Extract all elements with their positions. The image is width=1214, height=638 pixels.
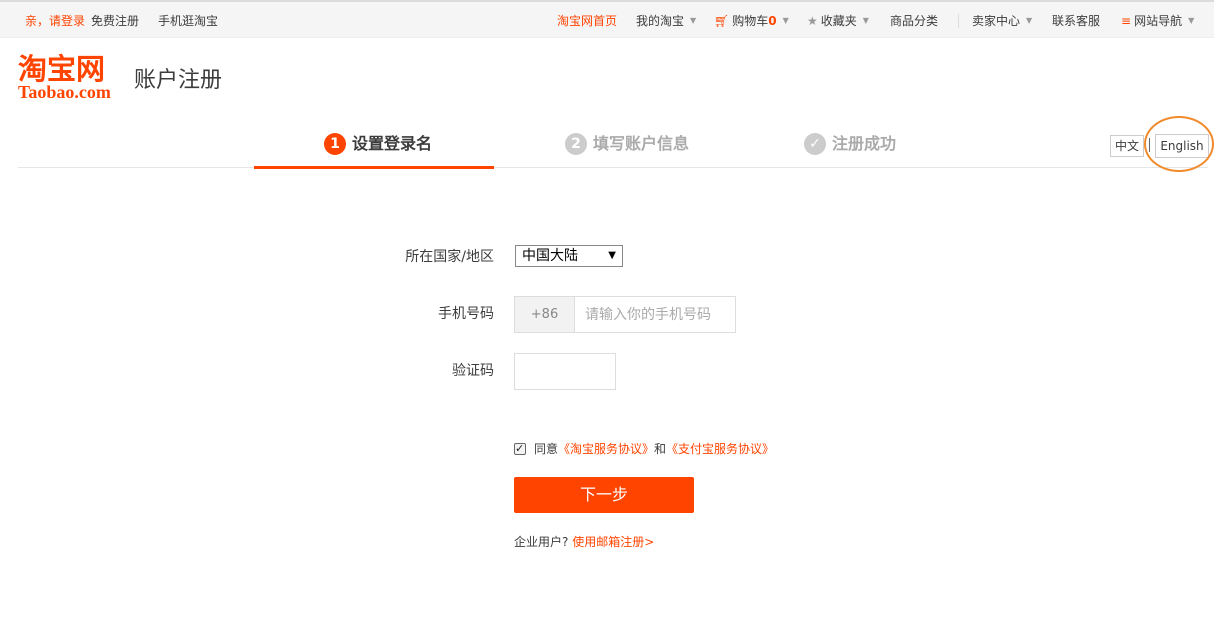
step-2-number: 2 — [565, 133, 587, 155]
my-taobao-menu[interactable]: 我的淘宝 ▼ — [636, 13, 696, 29]
my-taobao-label: 我的淘宝 — [636, 14, 685, 28]
site-topbar: 亲，请登录 免费注册 手机逛淘宝 淘宝网首页 我的淘宝 ▼ 🛒︎ 购物车0 ▼ ★ 收藏… — [0, 0, 1214, 38]
step-1-label: 设置登录名 — [352, 134, 433, 153]
chevron-down-icon: ▼ — [782, 16, 789, 25]
phone-field-group: +86 — [514, 296, 736, 333]
menu-icon: ≡ — [1121, 14, 1132, 28]
cart-menu[interactable]: 🛒︎ 购物车0 ▼ — [714, 13, 789, 29]
phone-country-code: +86 — [515, 297, 575, 332]
enterprise-text: 企业用户? — [514, 535, 569, 549]
star-icon: ★ — [807, 14, 818, 28]
agreement-row: 同意《淘宝服务协议》和《支付宝服务协议》 — [514, 441, 774, 457]
logo-en-text: Taobao.com — [18, 82, 111, 102]
chevron-down-icon: ▼ — [862, 16, 869, 25]
steps-divider — [18, 167, 1208, 168]
favorites-label: 收藏夹 — [820, 14, 857, 28]
chevron-down-icon: ▼ — [1188, 16, 1195, 25]
step-3-label: 注册成功 — [832, 134, 897, 153]
step-1-number: 1 — [324, 133, 346, 155]
agree-checkbox[interactable] — [514, 441, 526, 457]
step-2: 2 填写账户信息 — [565, 132, 689, 158]
region-selected-value: 中国大陆 — [522, 248, 578, 264]
verification-code-input[interactable] — [514, 353, 616, 390]
phone-input[interactable] — [576, 297, 735, 332]
cart-count: 0 — [768, 14, 777, 28]
region-label: 所在国家/地区 — [405, 249, 494, 265]
alipay-agreement-link[interactable]: 《支付宝服务协议》 — [666, 442, 774, 456]
cart-label: 购物车 — [732, 14, 769, 28]
categories-link[interactable]: 商品分类 — [890, 13, 938, 29]
lang-chinese-button[interactable]: 中文 — [1110, 135, 1144, 157]
phone-label: 手机号码 — [438, 306, 494, 322]
logo-cn-text: 淘宝网 — [18, 52, 106, 86]
seller-center-label: 卖家中心 — [972, 14, 1021, 28]
lang-english-button[interactable]: English — [1155, 134, 1209, 158]
chevron-down-icon: ▼ — [690, 16, 697, 25]
email-register-link[interactable]: 使用邮箱注册> — [572, 535, 654, 549]
taobao-logo[interactable]: 淘宝网 Taobao.com — [18, 52, 128, 102]
seller-center-menu[interactable]: 卖家中心 ▼ — [972, 13, 1032, 29]
mobile-taobao-link[interactable]: 手机逛淘宝 — [158, 13, 218, 29]
step-2-label: 填写账户信息 — [593, 134, 690, 153]
agree-text: 同意 — [534, 442, 559, 456]
region-select[interactable]: 中国大陆 ▼ — [515, 245, 623, 267]
taobao-home-link[interactable]: 淘宝网首页 — [557, 13, 617, 29]
next-step-button[interactable]: 下一步 — [514, 477, 694, 513]
active-step-indicator — [254, 166, 494, 169]
login-link[interactable]: 亲，请登录 — [25, 13, 85, 29]
topbar-divider — [958, 14, 959, 28]
enterprise-row: 企业用户? 使用邮箱注册> — [514, 534, 654, 550]
site-nav-label: 网站导航 — [1134, 14, 1183, 28]
lang-divider — [1149, 138, 1150, 152]
code-label: 验证码 — [452, 363, 494, 379]
cart-icon: 🛒︎ — [714, 14, 730, 28]
taobao-agreement-link[interactable]: 《淘宝服务协议》 — [558, 442, 654, 456]
page-title: 账户注册 — [134, 68, 223, 93]
step-3: ✓ 注册成功 — [804, 132, 896, 158]
agree-and-text: 和 — [654, 442, 667, 456]
free-register-link[interactable]: 免费注册 — [91, 13, 139, 29]
chevron-down-icon: ▼ — [1026, 16, 1033, 25]
check-icon: ✓ — [804, 133, 826, 155]
step-1: 1 设置登录名 — [324, 132, 432, 158]
site-nav-menu[interactable]: ≡ 网站导航 ▼ — [1121, 13, 1194, 29]
dropdown-arrow-icon: ▼ — [608, 250, 616, 261]
customer-service-link[interactable]: 联系客服 — [1052, 13, 1100, 29]
favorites-menu[interactable]: ★ 收藏夹 ▼ — [807, 13, 869, 29]
